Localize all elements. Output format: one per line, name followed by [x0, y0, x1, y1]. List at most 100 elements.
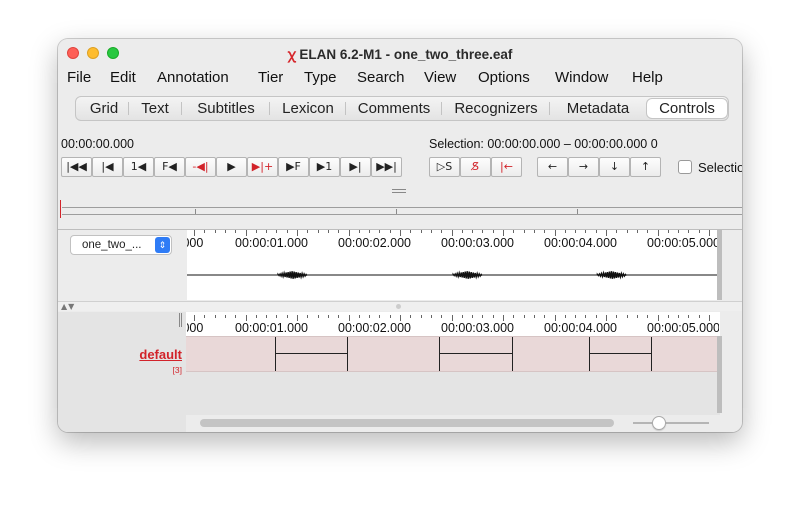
timeline-vertical-scrollbar[interactable] [717, 336, 722, 413]
play-selection-button[interactable]: ▷S [429, 157, 460, 177]
menu-view[interactable]: View [424, 69, 456, 86]
ruler-tick [266, 230, 268, 233]
ruler-tick [564, 315, 566, 318]
tab-text[interactable]: Text [130, 99, 180, 118]
ruler-label: 00:00:04.000 [544, 236, 617, 250]
next-second-icon: ▶1 [316, 160, 333, 173]
tab-controls[interactable]: Controls [647, 99, 727, 118]
arrow-left-button[interactable]: ← [537, 157, 568, 177]
previous-scroll-view-button[interactable]: |◀ [92, 157, 123, 177]
selection-boundary-button[interactable]: |← [491, 157, 522, 177]
ruler-tick [503, 230, 504, 236]
menu-annotation[interactable]: Annotation [157, 69, 229, 86]
ruler-tick [472, 230, 474, 233]
ruler-tick [482, 315, 484, 318]
next-scroll-view-button[interactable]: ▶| [340, 157, 371, 177]
ruler-tick [709, 230, 710, 236]
ruler-label: 00:00:01.000 [235, 321, 308, 335]
ruler-label: 00:00:03.000 [441, 236, 514, 250]
menu-edit[interactable]: Edit [110, 69, 136, 86]
tab-recognizers[interactable]: Recognizers [444, 99, 548, 118]
ruler-tick [255, 230, 257, 233]
tab-grid[interactable]: Grid [81, 99, 127, 118]
tab-separator [128, 102, 129, 115]
ruler-tick [461, 230, 463, 233]
media-file-select[interactable]: one_two_... ⇕ [70, 235, 172, 255]
ruler-label: 00:00:03.000 [441, 321, 514, 335]
tier-labels-panel: default [3] [58, 312, 186, 432]
next-pixel-button[interactable]: ▶|+ [247, 157, 278, 177]
annotation-end-boundary[interactable] [650, 337, 652, 371]
annotation-start-boundary[interactable] [588, 337, 590, 371]
tab-lexicon[interactable]: Lexicon [272, 99, 344, 118]
ruler-tick [317, 230, 319, 233]
timeline-empty-area [186, 372, 720, 415]
overview-tick [195, 209, 196, 214]
next-second-button[interactable]: ▶1 [309, 157, 340, 177]
menu-type[interactable]: Type [304, 69, 337, 86]
ruler-tick [636, 315, 638, 318]
ruler-tick [461, 315, 463, 318]
zoom-slider-track[interactable] [633, 422, 709, 424]
go-to-end-button[interactable]: ▶▶| [371, 157, 402, 177]
tab-metadata[interactable]: Metadata [552, 99, 644, 118]
elan-window: ꭓ ELAN 6.2-M1 - one_two_three.eaf File Ed… [58, 39, 742, 432]
annotation-end-boundary[interactable] [346, 337, 348, 371]
clear-selection-icon: S̸ [472, 160, 479, 173]
annotation[interactable] [588, 337, 652, 371]
arrow-up-button[interactable]: ↑ [630, 157, 661, 177]
ruler-tick [369, 315, 371, 318]
ruler-tick [595, 315, 597, 318]
selection-mode-checkbox[interactable] [678, 160, 692, 174]
go-to-begin-button[interactable]: |◀◀ [61, 157, 92, 177]
ruler-tick [616, 230, 618, 233]
ruler-tick [327, 315, 329, 318]
next-frame-button[interactable]: ▶F [278, 157, 309, 177]
annotation[interactable] [274, 337, 348, 371]
previous-frame-button[interactable]: F◀ [154, 157, 185, 177]
annotation-start-boundary[interactable] [439, 337, 441, 371]
play-pause-button[interactable]: ▶ [216, 157, 247, 177]
menu-file[interactable]: File [67, 69, 91, 86]
menu-tier[interactable]: Tier [258, 69, 283, 86]
timeline-horizontal-scrollbar[interactable] [200, 419, 614, 427]
tier-track-default[interactable] [186, 336, 720, 372]
tab-comments[interactable]: Comments [348, 99, 440, 118]
ruler-tick [286, 315, 288, 318]
ruler-tick [338, 230, 340, 233]
annotation[interactable] [439, 337, 513, 371]
clear-selection-button[interactable]: S̸ [460, 157, 491, 177]
ruler-tick [585, 230, 587, 233]
waveform-time-ruler[interactable]: .000 00:00:01.000 00:00:02.000 00:00:03.000… [187, 230, 719, 250]
annotation-start-boundary[interactable] [274, 337, 276, 371]
arrow-right-button[interactable]: → [568, 157, 599, 177]
tier-resize-handle[interactable] [179, 313, 182, 327]
overview-tick [577, 209, 578, 214]
menu-window[interactable]: Window [555, 69, 608, 86]
panel-divider-grip[interactable] [392, 189, 406, 193]
menu-search[interactable]: Search [357, 69, 405, 86]
tier-name-default[interactable]: default [139, 347, 182, 362]
ruler-tick [523, 315, 525, 318]
ruler-tick [379, 315, 381, 318]
viewer-split-handle[interactable]: ▲▼ [58, 301, 742, 311]
waveform-vertical-scrollbar[interactable] [717, 230, 722, 300]
ruler-tick [698, 315, 700, 318]
menu-options[interactable]: Options [478, 69, 530, 86]
ruler-label: 00:00:05.000 [647, 236, 719, 250]
previous-second-button[interactable]: 1◀ [123, 157, 154, 177]
timeline-time-ruler[interactable]: .000 00:00:01.000 00:00:02.000 00:00:03.000… [187, 315, 719, 336]
waveform-svg [187, 270, 719, 280]
previous-pixel-button[interactable]: -◀| [185, 157, 216, 177]
tab-subtitles[interactable]: Subtitles [184, 99, 268, 118]
menu-help[interactable]: Help [632, 69, 663, 86]
waveform-view[interactable] [187, 250, 719, 300]
menu-bar: File Edit Annotation Tier Type Search Vi… [58, 68, 742, 90]
ruler-tick [688, 315, 690, 318]
zoom-slider-knob[interactable] [652, 416, 666, 430]
annotation-end-boundary[interactable] [511, 337, 513, 371]
arrow-down-button[interactable]: ↓ [599, 157, 630, 177]
ruler-tick [647, 315, 649, 318]
current-time-display: 00:00:00.000 [61, 137, 134, 151]
arrow-up-icon: ↑ [640, 160, 651, 173]
